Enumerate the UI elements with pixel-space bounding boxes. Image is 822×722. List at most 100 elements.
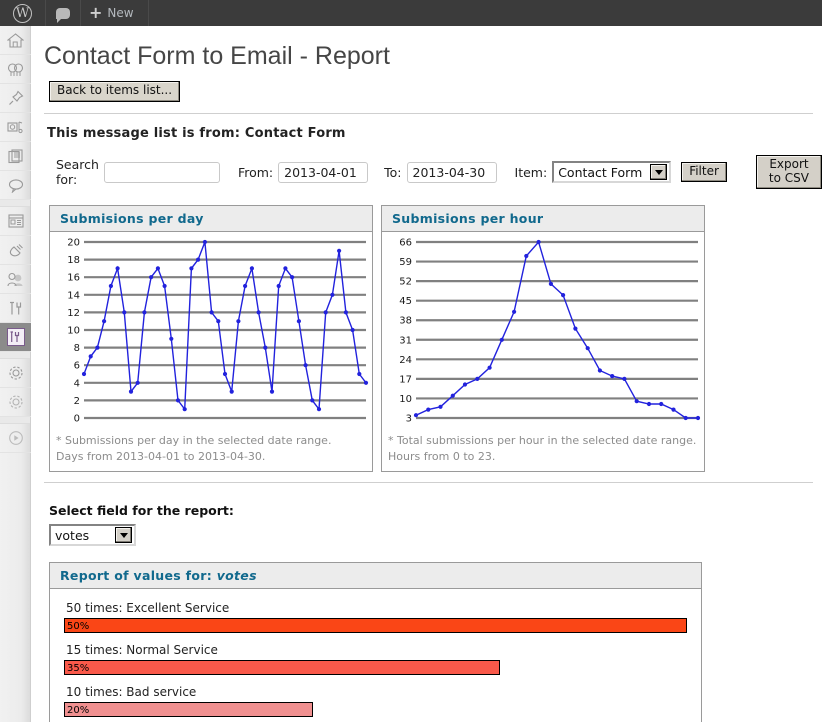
search-input[interactable] (103, 161, 220, 183)
report-field-select[interactable]: votes (49, 524, 136, 547)
svg-text:2: 2 (74, 396, 80, 407)
pushpins-icon (7, 62, 24, 76)
submissions-per-hour-panel: Submisions per hour 3 10 17 24 31 38 45 52 59 66 … (381, 205, 705, 473)
from-date-input[interactable] (278, 161, 369, 183)
tools-icon (9, 301, 21, 314)
submissions-per-day-panel: Submisions per day 0 2 4 6 8 10 12 14 16 18 20 * S… (49, 205, 373, 473)
report-page: W + New Contact Form to Email - Report B… (0, 0, 822, 722)
users-icon (7, 272, 23, 286)
values-report-body: 50 times: Excellent Service 50% 15 times: … (50, 589, 701, 722)
page-title: Contact Form to Email - Report (44, 42, 390, 70)
value-row-label: 15 times: Normal Service (66, 643, 218, 658)
svg-text:0: 0 (74, 414, 80, 425)
wp-admin-bar: W + New (0, 0, 822, 26)
submissions-per-day-chart: 0 2 4 6 8 10 12 14 16 18 20 (50, 232, 372, 432)
svg-text:59: 59 (399, 257, 412, 268)
sidebar-separator (0, 200, 30, 207)
sidebar-item-dashboard[interactable] (0, 26, 31, 55)
sidebar-item-collapse-menu[interactable] (0, 424, 31, 453)
item-select-value: Contact Form (558, 164, 643, 180)
submissions-per-hour-caption: * Total submissions per hour in the sele… (388, 434, 697, 464)
sidebar-item-settings[interactable] (0, 359, 31, 388)
sidebar-item-users[interactable] (0, 265, 31, 294)
plus-icon: + (89, 3, 103, 22)
sidebar-separator-2 (0, 352, 30, 359)
layout-icon (7, 214, 24, 228)
sidebar-item-settings-secondary[interactable] (0, 388, 31, 417)
export-to-csv-button[interactable]: Export to CSV (755, 154, 822, 190)
svg-text:31: 31 (399, 336, 412, 347)
svg-text:38: 38 (399, 316, 412, 327)
wordpress-logo-icon: W (13, 3, 32, 23)
svg-text:18: 18 (67, 255, 80, 266)
svg-text:10: 10 (399, 394, 412, 405)
values-report-title-field: votes (216, 568, 257, 584)
chevron-down-icon (650, 164, 668, 181)
svg-text:6: 6 (74, 361, 80, 372)
sidebar-item-pages[interactable] (0, 142, 31, 171)
value-row-bar: 35% (64, 660, 501, 676)
comments-bubble-icon (56, 7, 70, 23)
sidebar-item-pin[interactable] (0, 84, 31, 113)
values-report-title-prefix: Report of values for: (60, 568, 217, 584)
sidebar-item-appearance[interactable] (0, 207, 31, 236)
svg-text:3: 3 (406, 414, 412, 425)
back-to-items-list-button[interactable]: Back to items list... (49, 81, 181, 102)
comment-bubble-icon (8, 178, 23, 193)
value-row-label: 10 times: Bad service (66, 685, 197, 700)
header-divider (44, 112, 813, 114)
value-row-label: 50 times: Excellent Service (66, 601, 230, 616)
sidebar-item-comments[interactable] (0, 171, 31, 200)
sidebar-item-posts[interactable] (0, 55, 31, 84)
pin-icon (8, 90, 23, 105)
section-divider (44, 482, 813, 484)
sidebar-separator-3 (0, 417, 30, 424)
svg-text:14: 14 (67, 291, 80, 302)
charts-row: Submisions per day 0 2 4 6 8 10 12 14 16 18 20 * S… (49, 205, 822, 473)
home-icon (7, 32, 24, 48)
main-content: Contact Form to Email - Report Back to i… (31, 26, 822, 722)
submissions-per-hour-chart: 3 10 17 24 31 38 45 52 59 66 (382, 232, 704, 432)
item-select[interactable]: Contact Form (552, 161, 672, 184)
value-row-percent: 50% (67, 621, 90, 633)
sidebar-item-media[interactable] (0, 113, 31, 142)
report-field-select-value: votes (55, 527, 90, 543)
sidebar-item-contact-form-to-email[interactable] (0, 323, 40, 352)
hour-line-chart: 3 10 17 24 31 38 45 52 59 66 (399, 238, 701, 425)
search-label: Search for: (56, 157, 99, 188)
day-line-chart: 0 2 4 6 8 10 12 14 16 18 20 (67, 238, 369, 425)
gear-icon (8, 366, 23, 380)
submissions-per-day-caption: * Submissions per day in the selected da… (56, 434, 332, 464)
plug-icon (9, 243, 23, 256)
value-row-bar: 50% (64, 618, 687, 634)
wp-logo-button[interactable]: W (0, 0, 46, 26)
admin-sidebar (0, 26, 40, 722)
new-content-button[interactable]: + New (81, 0, 149, 26)
svg-text:16: 16 (67, 273, 80, 284)
comments-button[interactable] (46, 0, 81, 26)
sidebar-item-plugins[interactable] (0, 236, 31, 265)
svg-text:20: 20 (67, 238, 80, 249)
svg-text:12: 12 (67, 308, 80, 319)
message-list-source: This message list is from: Contact Form (47, 125, 346, 141)
pages-icon (7, 148, 23, 163)
svg-text:8: 8 (74, 343, 80, 354)
to-date-input[interactable] (406, 161, 497, 183)
item-label: Item: (514, 164, 548, 180)
value-row-bar: 20% (64, 702, 314, 718)
sidebar-item-tools[interactable] (0, 294, 31, 323)
submissions-per-day-title: Submisions per day (50, 206, 372, 233)
svg-text:24: 24 (399, 355, 412, 366)
svg-text:52: 52 (399, 277, 412, 288)
form-tools-icon (6, 328, 25, 346)
select-field-label: Select field for the report: (49, 503, 234, 519)
values-report-title: Report of values for: votes (50, 563, 701, 590)
chevron-down-icon (115, 527, 132, 544)
from-label: From: (237, 164, 274, 180)
camera-icon (7, 121, 23, 133)
filter-button[interactable]: Filter (681, 161, 727, 183)
gear-icon (8, 395, 23, 409)
play-circle-icon (8, 431, 23, 445)
to-label: To: (384, 164, 402, 180)
svg-text:4: 4 (74, 379, 80, 390)
